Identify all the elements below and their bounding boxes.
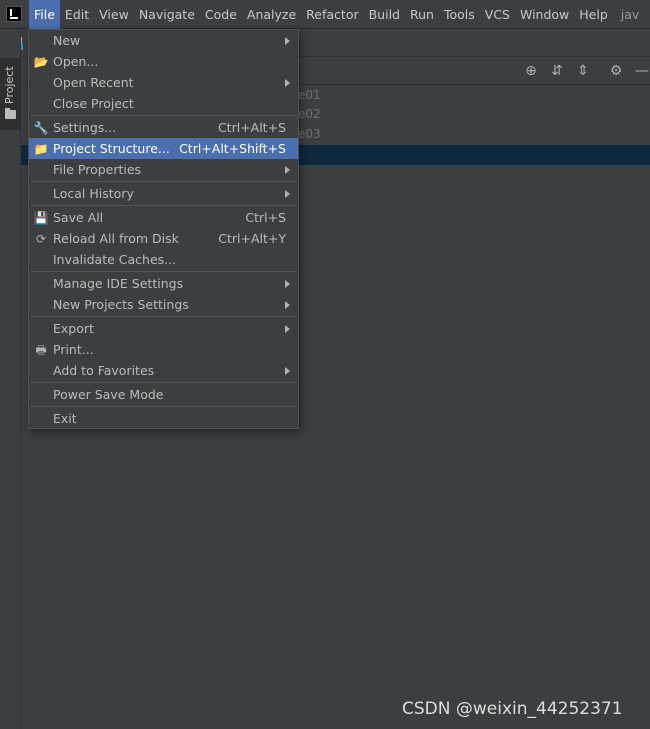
print-icon: 🖶 (35, 342, 47, 357)
menu-item-label: Close Project (53, 96, 134, 111)
menu-view[interactable]: View (94, 0, 134, 29)
menu-item-manage-ide-settings[interactable]: Manage IDE Settings (29, 273, 298, 294)
menu-run[interactable]: Run (405, 0, 439, 29)
tree-row[interactable]: e01 (298, 85, 321, 105)
hide-icon[interactable]: — (634, 63, 650, 79)
menu-item-shortcut: Ctrl+S (245, 210, 286, 225)
submenu-arrow-icon (285, 78, 290, 87)
menu-item-label: Exit (53, 411, 77, 426)
menu-item-label: New Projects Settings (53, 297, 189, 312)
folder-open-icon: 📂 (33, 54, 49, 69)
submenu-arrow-icon (285, 324, 290, 333)
left-tool-stripe (0, 29, 21, 729)
menu-item-label: Project Structure... (53, 141, 170, 156)
menu-code[interactable]: Code (200, 0, 242, 29)
menu-separator (30, 271, 297, 272)
menu-separator (30, 181, 297, 182)
menu-item-open-recent[interactable]: Open Recent (29, 72, 298, 93)
menu-item-project-structure[interactable]: 📁 Project Structure... Ctrl+Alt+Shift+S (29, 138, 298, 159)
menu-item-label: Open... (53, 54, 99, 69)
watermark-text: CSDN @weixin_44252371 (402, 699, 623, 719)
tree-row[interactable]: e03 (298, 124, 321, 144)
menu-item-local-history[interactable]: Local History (29, 183, 298, 204)
menu-item-invalidate-caches[interactable]: Invalidate Caches... (29, 249, 298, 270)
tree-row[interactable]: e02 (298, 104, 321, 124)
menu-separator (30, 406, 297, 407)
menu-item-export[interactable]: Export (29, 318, 298, 339)
menu-item-shortcut: Ctrl+Alt+Shift+S (179, 141, 286, 156)
menu-separator (30, 205, 297, 206)
project-tab-folder-icon (5, 108, 16, 119)
menu-item-settings[interactable]: 🔧 Settings... Ctrl+Alt+S (29, 117, 298, 138)
menu-separator (30, 316, 297, 317)
menu-item-shortcut: Ctrl+Alt+S (217, 120, 286, 135)
submenu-arrow-icon (285, 36, 290, 45)
menu-item-power-save-mode[interactable]: Power Save Mode (29, 384, 298, 405)
file-menu-popup: New 📂 Open... Open Recent Close Project … (28, 29, 299, 429)
menu-item-label: Local History (53, 186, 134, 201)
menu-build[interactable]: Build (364, 0, 405, 29)
gear-icon[interactable]: ⚙ (608, 63, 624, 79)
menu-item-label: Settings... (53, 120, 117, 135)
menu-separator (30, 382, 297, 383)
menu-item-label: New (53, 33, 81, 48)
menu-item-label: Reload All from Disk (53, 231, 179, 246)
menu-item-add-to-favorites[interactable]: Add to Favorites (29, 360, 298, 381)
menu-item-new[interactable]: New (29, 30, 298, 51)
submenu-arrow-icon (285, 300, 290, 309)
menu-item-exit[interactable]: Exit (29, 408, 298, 429)
submenu-arrow-icon (285, 279, 290, 288)
menu-item-open[interactable]: 📂 Open... (29, 51, 298, 72)
menu-item-shortcut: Ctrl+Alt+Y (218, 231, 286, 246)
collapse-all-icon[interactable]: ⇕ (575, 63, 591, 79)
menu-analyze[interactable]: Analyze (242, 0, 301, 29)
menu-item-label: File Properties (53, 162, 142, 177)
menu-bar: File Edit View Navigate Code Analyze Ref… (0, 0, 650, 29)
menu-file[interactable]: File (29, 0, 60, 29)
menu-item-label: Power Save Mode (53, 387, 164, 402)
expand-all-icon[interactable]: ⇵ (549, 63, 565, 79)
menu-refactor[interactable]: Refactor (301, 0, 363, 29)
menu-item-file-properties[interactable]: File Properties (29, 159, 298, 180)
menu-item-label: Print... (53, 342, 94, 357)
menu-navigate[interactable]: Navigate (134, 0, 200, 29)
menu-item-save-all[interactable]: 💾 Save All Ctrl+S (29, 207, 298, 228)
locate-icon[interactable]: ⊕ (523, 63, 539, 79)
menu-item-label: Open Recent (53, 75, 134, 90)
menu-item-reload-all[interactable]: ⟳ Reload All from Disk Ctrl+Alt+Y (29, 228, 298, 249)
menu-separator (30, 115, 297, 116)
menu-edit[interactable]: Edit (60, 0, 94, 29)
menu-item-label: Manage IDE Settings (53, 276, 184, 291)
save-icon: 💾 (33, 210, 49, 225)
menu-item-label: Add to Favorites (53, 363, 155, 378)
reload-icon: ⟳ (35, 231, 47, 246)
menu-item-label: Invalidate Caches... (53, 252, 177, 267)
menu-tools[interactable]: Tools (439, 0, 480, 29)
app-logo-icon (6, 6, 22, 22)
wrench-icon: 🔧 (33, 120, 49, 135)
submenu-arrow-icon (285, 189, 290, 198)
menu-item-print[interactable]: 🖶 Print... (29, 339, 298, 360)
menu-item-label: Save All (53, 210, 104, 225)
window-title: jav (620, 6, 640, 22)
menu-item-label: Export (53, 321, 94, 336)
menu-vcs[interactable]: VCS (480, 0, 515, 29)
menu-help[interactable]: Help (574, 0, 613, 29)
submenu-arrow-icon (285, 165, 290, 174)
project-tab-label: Project (3, 66, 16, 104)
project-structure-icon: 📁 (33, 141, 49, 156)
menu-item-close-project[interactable]: Close Project (29, 93, 298, 114)
menu-item-new-projects-settings[interactable]: New Projects Settings (29, 294, 298, 315)
submenu-arrow-icon (285, 366, 290, 375)
menu-window[interactable]: Window (515, 0, 574, 29)
